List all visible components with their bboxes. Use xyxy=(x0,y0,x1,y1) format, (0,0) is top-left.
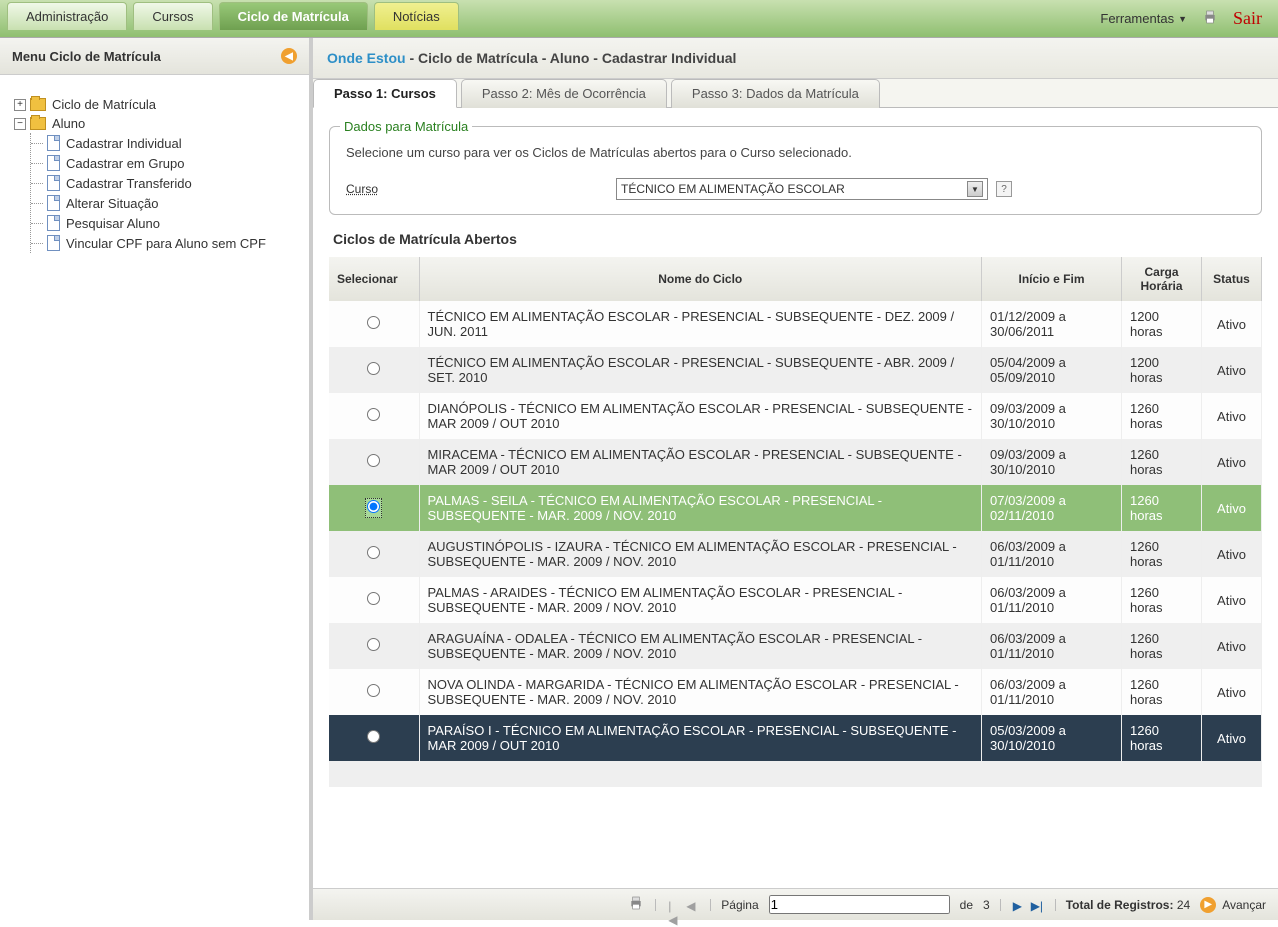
row-radio[interactable] xyxy=(367,408,380,421)
step-tabs: Passo 1: CursosPasso 2: Mês de Ocorrênci… xyxy=(313,79,1278,108)
form-dados-matricula: Dados para Matrícula Selecione um curso … xyxy=(329,126,1262,215)
form-instruction: Selecione um curso para ver os Ciclos de… xyxy=(346,145,1245,160)
step-tab-1[interactable]: Passo 2: Mês de Ocorrência xyxy=(461,79,667,108)
tree-node-ciclo[interactable]: + Ciclo de Matrícula xyxy=(14,95,299,114)
grid-header-2[interactable]: Início e Fim xyxy=(982,257,1122,301)
collapse-sidebar-icon[interactable]: ◀ xyxy=(281,48,297,64)
pager: |◀ ◀ xyxy=(655,899,711,911)
row-radio[interactable] xyxy=(367,730,380,743)
document-icon xyxy=(47,135,60,151)
sidebar: Menu Ciclo de Matrícula ◀ + Ciclo de Mat… xyxy=(0,38,313,920)
curso-label: Curso xyxy=(346,182,596,196)
table-row[interactable]: ARAGUAÍNA - ODALEA - TÉCNICO EM ALIMENTA… xyxy=(329,623,1262,669)
pager-label: Página xyxy=(721,898,758,912)
table-row[interactable]: PARAÍSO I - TÉCNICO EM ALIMENTAÇÃO ESCOL… xyxy=(329,715,1262,761)
table-row[interactable]: AUGUSTINÓPOLIS - IZAURA - TÉCNICO EM ALI… xyxy=(329,531,1262,577)
avancar-icon: ▶ xyxy=(1200,897,1216,913)
document-icon xyxy=(47,215,60,231)
table-row[interactable]: PALMAS - ARAIDES - TÉCNICO EM ALIMENTAÇÃ… xyxy=(329,577,1262,623)
row-radio[interactable] xyxy=(367,684,380,697)
table-row[interactable]: NOVA OLINDA - MARGARIDA - TÉCNICO EM ALI… xyxy=(329,669,1262,715)
grid-header-1[interactable]: Nome do Ciclo xyxy=(419,257,982,301)
folder-icon xyxy=(30,117,46,130)
pager-next-icon[interactable]: ▶ xyxy=(1013,899,1025,911)
table-row[interactable]: PALMAS - SEILA - TÉCNICO EM ALIMENTAÇÃO … xyxy=(329,485,1262,531)
pager-next-group: ▶ ▶| xyxy=(1000,899,1056,911)
row-radio[interactable] xyxy=(367,638,380,651)
row-radio[interactable] xyxy=(367,362,380,375)
curso-select[interactable]: TÉCNICO EM ALIMENTAÇÃO ESCOLAR ▼ xyxy=(616,178,988,200)
sidebar-header: Menu Ciclo de Matrícula ◀ xyxy=(0,38,309,75)
print-icon[interactable] xyxy=(1201,9,1219,28)
step-tab-2[interactable]: Passo 3: Dados da Matrícula xyxy=(671,79,880,108)
onde-estou-link[interactable]: Onde Estou xyxy=(327,50,406,66)
tree-leaf-3[interactable]: Alterar Situação xyxy=(47,193,299,213)
pager-last-icon[interactable]: ▶| xyxy=(1031,899,1043,911)
top-tab-2[interactable]: Ciclo de Matrícula xyxy=(219,2,368,30)
pager-first-icon[interactable]: |◀ xyxy=(668,899,680,911)
tree-leaf-2[interactable]: Cadastrar Transferido xyxy=(47,173,299,193)
tree-node-aluno[interactable]: − Aluno xyxy=(14,114,299,133)
tree-leaf-1[interactable]: Cadastrar em Grupo xyxy=(47,153,299,173)
row-radio[interactable] xyxy=(367,316,380,329)
footer-bar: |◀ ◀ Página de 3 ▶ ▶| Total de Registros… xyxy=(313,888,1278,920)
row-radio[interactable] xyxy=(367,592,380,605)
grid-header-3[interactable]: Carga Horária xyxy=(1122,257,1202,301)
row-radio[interactable] xyxy=(367,500,380,513)
breadcrumb: Onde Estou - Ciclo de Matrícula - Aluno … xyxy=(313,38,1278,79)
table-row[interactable]: MIRACEMA - TÉCNICO EM ALIMENTAÇÃO ESCOLA… xyxy=(329,439,1262,485)
chevron-down-icon: ▼ xyxy=(1178,14,1187,24)
document-icon xyxy=(47,175,60,191)
top-tab-1[interactable]: Cursos xyxy=(133,2,212,30)
form-legend: Dados para Matrícula xyxy=(340,119,472,134)
table-row[interactable]: TÉCNICO EM ALIMENTAÇÃO ESCOLAR - PRESENC… xyxy=(329,347,1262,393)
avancar-button[interactable]: ▶ Avançar xyxy=(1200,897,1266,913)
expand-icon[interactable]: + xyxy=(14,99,26,111)
ciclos-grid: SelecionarNome do CicloInício e FimCarga… xyxy=(329,257,1262,787)
sair-link[interactable]: Sair xyxy=(1233,8,1262,29)
grid-title: Ciclos de Matrícula Abertos xyxy=(313,225,1278,257)
document-icon xyxy=(47,155,60,171)
print-icon[interactable] xyxy=(627,895,645,914)
tree: + Ciclo de Matrícula − Aluno Cadastrar I… xyxy=(0,75,309,263)
content: Onde Estou - Ciclo de Matrícula - Aluno … xyxy=(313,38,1278,920)
document-icon xyxy=(47,195,60,211)
step-tab-0[interactable]: Passo 1: Cursos xyxy=(313,79,457,108)
collapse-icon[interactable]: − xyxy=(14,118,26,130)
table-row[interactable]: TÉCNICO EM ALIMENTAÇÃO ESCOLAR - PRESENC… xyxy=(329,301,1262,347)
top-nav: AdministraçãoCursosCiclo de MatrículaNot… xyxy=(0,0,1278,38)
help-icon[interactable]: ? xyxy=(996,181,1012,197)
table-row[interactable]: DIANÓPOLIS - TÉCNICO EM ALIMENTAÇÃO ESCO… xyxy=(329,393,1262,439)
tree-leaf-4[interactable]: Pesquisar Aluno xyxy=(47,213,299,233)
row-radio[interactable] xyxy=(367,454,380,467)
ferramentas-menu[interactable]: Ferramentas ▼ xyxy=(1100,11,1187,26)
top-tab-0[interactable]: Administração xyxy=(7,2,127,30)
tree-leaf-5[interactable]: Vincular CPF para Aluno sem CPF xyxy=(47,233,299,253)
row-radio[interactable] xyxy=(367,546,380,559)
pager-page-input[interactable] xyxy=(769,895,950,914)
tree-leaf-0[interactable]: Cadastrar Individual xyxy=(47,133,299,153)
pager-prev-icon[interactable]: ◀ xyxy=(686,899,698,911)
document-icon xyxy=(47,235,60,251)
dropdown-arrow-icon: ▼ xyxy=(967,181,983,197)
sidebar-title: Menu Ciclo de Matrícula xyxy=(12,49,161,64)
grid-header-0[interactable]: Selecionar xyxy=(329,257,419,301)
folder-icon xyxy=(30,98,46,111)
grid-header-4[interactable]: Status xyxy=(1202,257,1262,301)
top-tab-3[interactable]: Notícias xyxy=(374,2,459,30)
